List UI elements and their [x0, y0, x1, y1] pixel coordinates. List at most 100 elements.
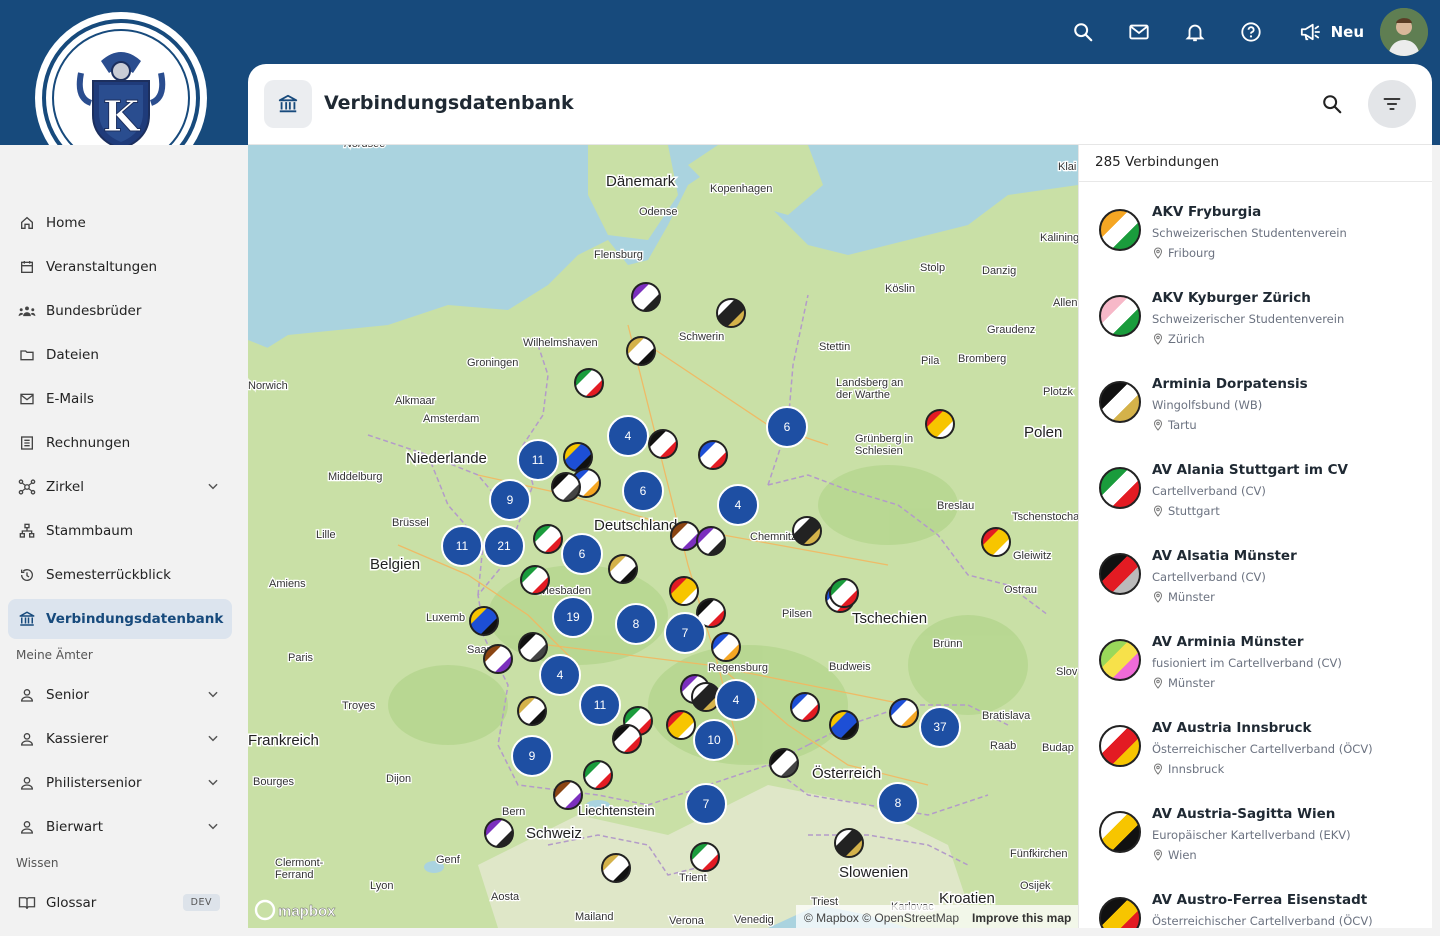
sidebar: Home Veranstaltungen Bundesbrüder Dateie…	[0, 145, 248, 936]
sidebar-item-philistersenior[interactable]: Philistersenior	[8, 763, 232, 803]
colors-badge	[1099, 209, 1141, 251]
news-button[interactable]: Neu	[1279, 8, 1380, 56]
mail-icon	[18, 390, 36, 408]
sidebar-item-bundesbrueder[interactable]: Bundesbrüder	[8, 291, 232, 331]
sidebar-item-semesterrueckblick[interactable]: Semesterrückblick	[8, 555, 232, 595]
sidebar-item-emails[interactable]: E-Mails	[8, 379, 232, 419]
sidebar-item-veranstaltungen[interactable]: Veranstaltungen	[8, 247, 232, 287]
connection-item[interactable]: AV Arminia Münster fusioniert im Cartell…	[1079, 612, 1432, 698]
connection-item[interactable]: AKV Kyburger Zürich Schweizerischer Stud…	[1079, 268, 1432, 354]
location-pin-icon	[1153, 247, 1163, 259]
connection-name: AV Austro-Ferrea Eisenstadt	[1152, 892, 1368, 908]
sidebar-item-senior[interactable]: Senior	[8, 675, 232, 715]
chevron-down-icon[interactable]	[206, 687, 220, 701]
coat-of-arms-icon: K	[76, 52, 166, 151]
city-label: Raab	[990, 740, 1016, 752]
chevron-down-icon[interactable]	[206, 819, 220, 833]
connection-association: Wingolfsbund (WB)	[1152, 398, 1263, 412]
cluster-marker[interactable]: 6	[561, 533, 603, 575]
location-pin-icon	[1153, 333, 1163, 345]
country-label: Österreich	[812, 764, 881, 782]
connection-item[interactable]: AV Austria-Sagitta Wien Europäischer Kar…	[1079, 784, 1432, 870]
city-label: Kaliningr	[1040, 232, 1078, 244]
sidebar-item-verbindungsdatenbank[interactable]: Verbindungsdatenbank	[8, 599, 232, 639]
sidebar-item-kassierer[interactable]: Kassierer	[8, 719, 232, 759]
map-canvas[interactable]: Dänemark Niederlande Belgien Deutschland Tsc…	[248, 145, 1078, 928]
cluster-marker[interactable]: 8	[877, 782, 919, 824]
cluster-marker[interactable]: 9	[511, 735, 553, 777]
connection-name: AV Arminia Münster	[1152, 634, 1304, 650]
notifications-button[interactable]	[1167, 8, 1223, 56]
filter-button[interactable]	[1368, 80, 1416, 128]
city-label: Lyon	[370, 880, 393, 892]
cluster-marker[interactable]: 4	[607, 415, 649, 457]
cluster-marker[interactable]: 19	[552, 596, 594, 638]
cluster-marker[interactable]: 10	[693, 719, 735, 761]
cluster-marker[interactable]: 7	[664, 612, 706, 654]
cluster-marker[interactable]: 4	[539, 654, 581, 696]
cluster-count: 4	[735, 498, 742, 512]
cluster-count: 7	[682, 626, 689, 640]
city-label: Klai	[1058, 161, 1076, 173]
city-label: Köslin	[885, 283, 915, 295]
cluster-marker[interactable]: 7	[685, 783, 727, 825]
country-label: Niederlande	[406, 450, 487, 467]
sidebar-item-label: Stammbaum	[46, 523, 133, 539]
chevron-down-icon[interactable]	[206, 479, 220, 493]
cluster-marker[interactable]: 11	[441, 525, 483, 567]
map-attribution[interactable]: © Mapbox © OpenStreetMap	[804, 911, 959, 925]
cluster-marker[interactable]: 37	[919, 706, 961, 748]
colors-badge	[1099, 811, 1141, 853]
sidebar-item-home[interactable]: Home	[8, 203, 232, 243]
mail-button[interactable]	[1111, 8, 1167, 56]
cluster-marker[interactable]: 4	[715, 679, 757, 721]
connection-item[interactable]: AKV Fryburgia Schweizerischen Studentenv…	[1079, 182, 1432, 268]
cluster-marker[interactable]: 21	[483, 525, 525, 567]
cluster-marker[interactable]: 6	[766, 406, 808, 448]
city-label: Bern	[502, 806, 525, 818]
connection-item[interactable]: AV Alania Stuttgart im CV Cartellverband…	[1079, 440, 1432, 526]
cluster-count: 4	[625, 429, 632, 443]
city-label: Genf	[436, 854, 461, 866]
sidebar-item-glossar[interactable]: Glossar DEV	[8, 883, 232, 923]
connection-city: Tartu	[1168, 418, 1197, 432]
user-photo-icon	[1380, 8, 1428, 56]
city-label: Venedig	[734, 914, 774, 926]
city-label: Slov	[1056, 666, 1078, 678]
chevron-down-icon[interactable]	[206, 731, 220, 745]
history-icon	[18, 566, 36, 584]
cluster-marker[interactable]: 6	[622, 470, 664, 512]
map[interactable]: Dänemark Niederlande Belgien Deutschland Tsc…	[248, 145, 1078, 928]
search-button[interactable]	[1055, 8, 1111, 56]
cluster-count: 9	[507, 493, 514, 507]
network-icon	[18, 478, 36, 496]
sidebar-item-stammbaum[interactable]: Stammbaum	[8, 511, 232, 551]
sidebar-item-rechnungen[interactable]: Rechnungen	[8, 423, 232, 463]
connection-item[interactable]: AV Alsatia Münster Cartellverband (CV) M…	[1079, 526, 1432, 612]
city-label: Bourges	[253, 776, 294, 788]
cluster-marker[interactable]: 4	[717, 484, 759, 526]
connections-panel: 285 Verbindungen AKV Fryburgia Schweizer…	[1078, 145, 1432, 928]
book-icon	[18, 894, 36, 912]
list-search-button[interactable]	[1312, 84, 1352, 124]
location-pin-icon	[1153, 677, 1163, 689]
cluster-marker[interactable]: 8	[615, 603, 657, 645]
connection-item[interactable]: AV Austro-Ferrea Eisenstadt Österreichis…	[1079, 870, 1432, 928]
connection-item[interactable]: AV Austria Innsbruck Österreichischer Ca…	[1079, 698, 1432, 784]
sidebar-item-bierwart[interactable]: Bierwart	[8, 807, 232, 847]
cluster-marker[interactable]: 11	[579, 684, 621, 726]
sidebar-item-zirkel[interactable]: Zirkel	[8, 467, 232, 507]
avatar[interactable]	[1380, 8, 1428, 56]
connection-location: Stuttgart	[1152, 504, 1220, 518]
help-button[interactable]	[1223, 8, 1279, 56]
connection-association: Österreichischer Cartellverband (ÖCV)	[1152, 742, 1373, 756]
cluster-marker[interactable]: 9	[489, 479, 531, 521]
city-label: Pilsen	[782, 608, 812, 620]
cluster-marker[interactable]: 11	[517, 439, 559, 481]
improve-map-link[interactable]: Improve this map	[972, 911, 1071, 925]
city-label: Amiens	[269, 578, 306, 590]
sidebar-item-dateien[interactable]: Dateien	[8, 335, 232, 375]
connection-item[interactable]: Arminia Dorpatensis Wingolfsbund (WB) Ta…	[1079, 354, 1432, 440]
city-label: Paris	[288, 652, 314, 664]
chevron-down-icon[interactable]	[206, 775, 220, 789]
